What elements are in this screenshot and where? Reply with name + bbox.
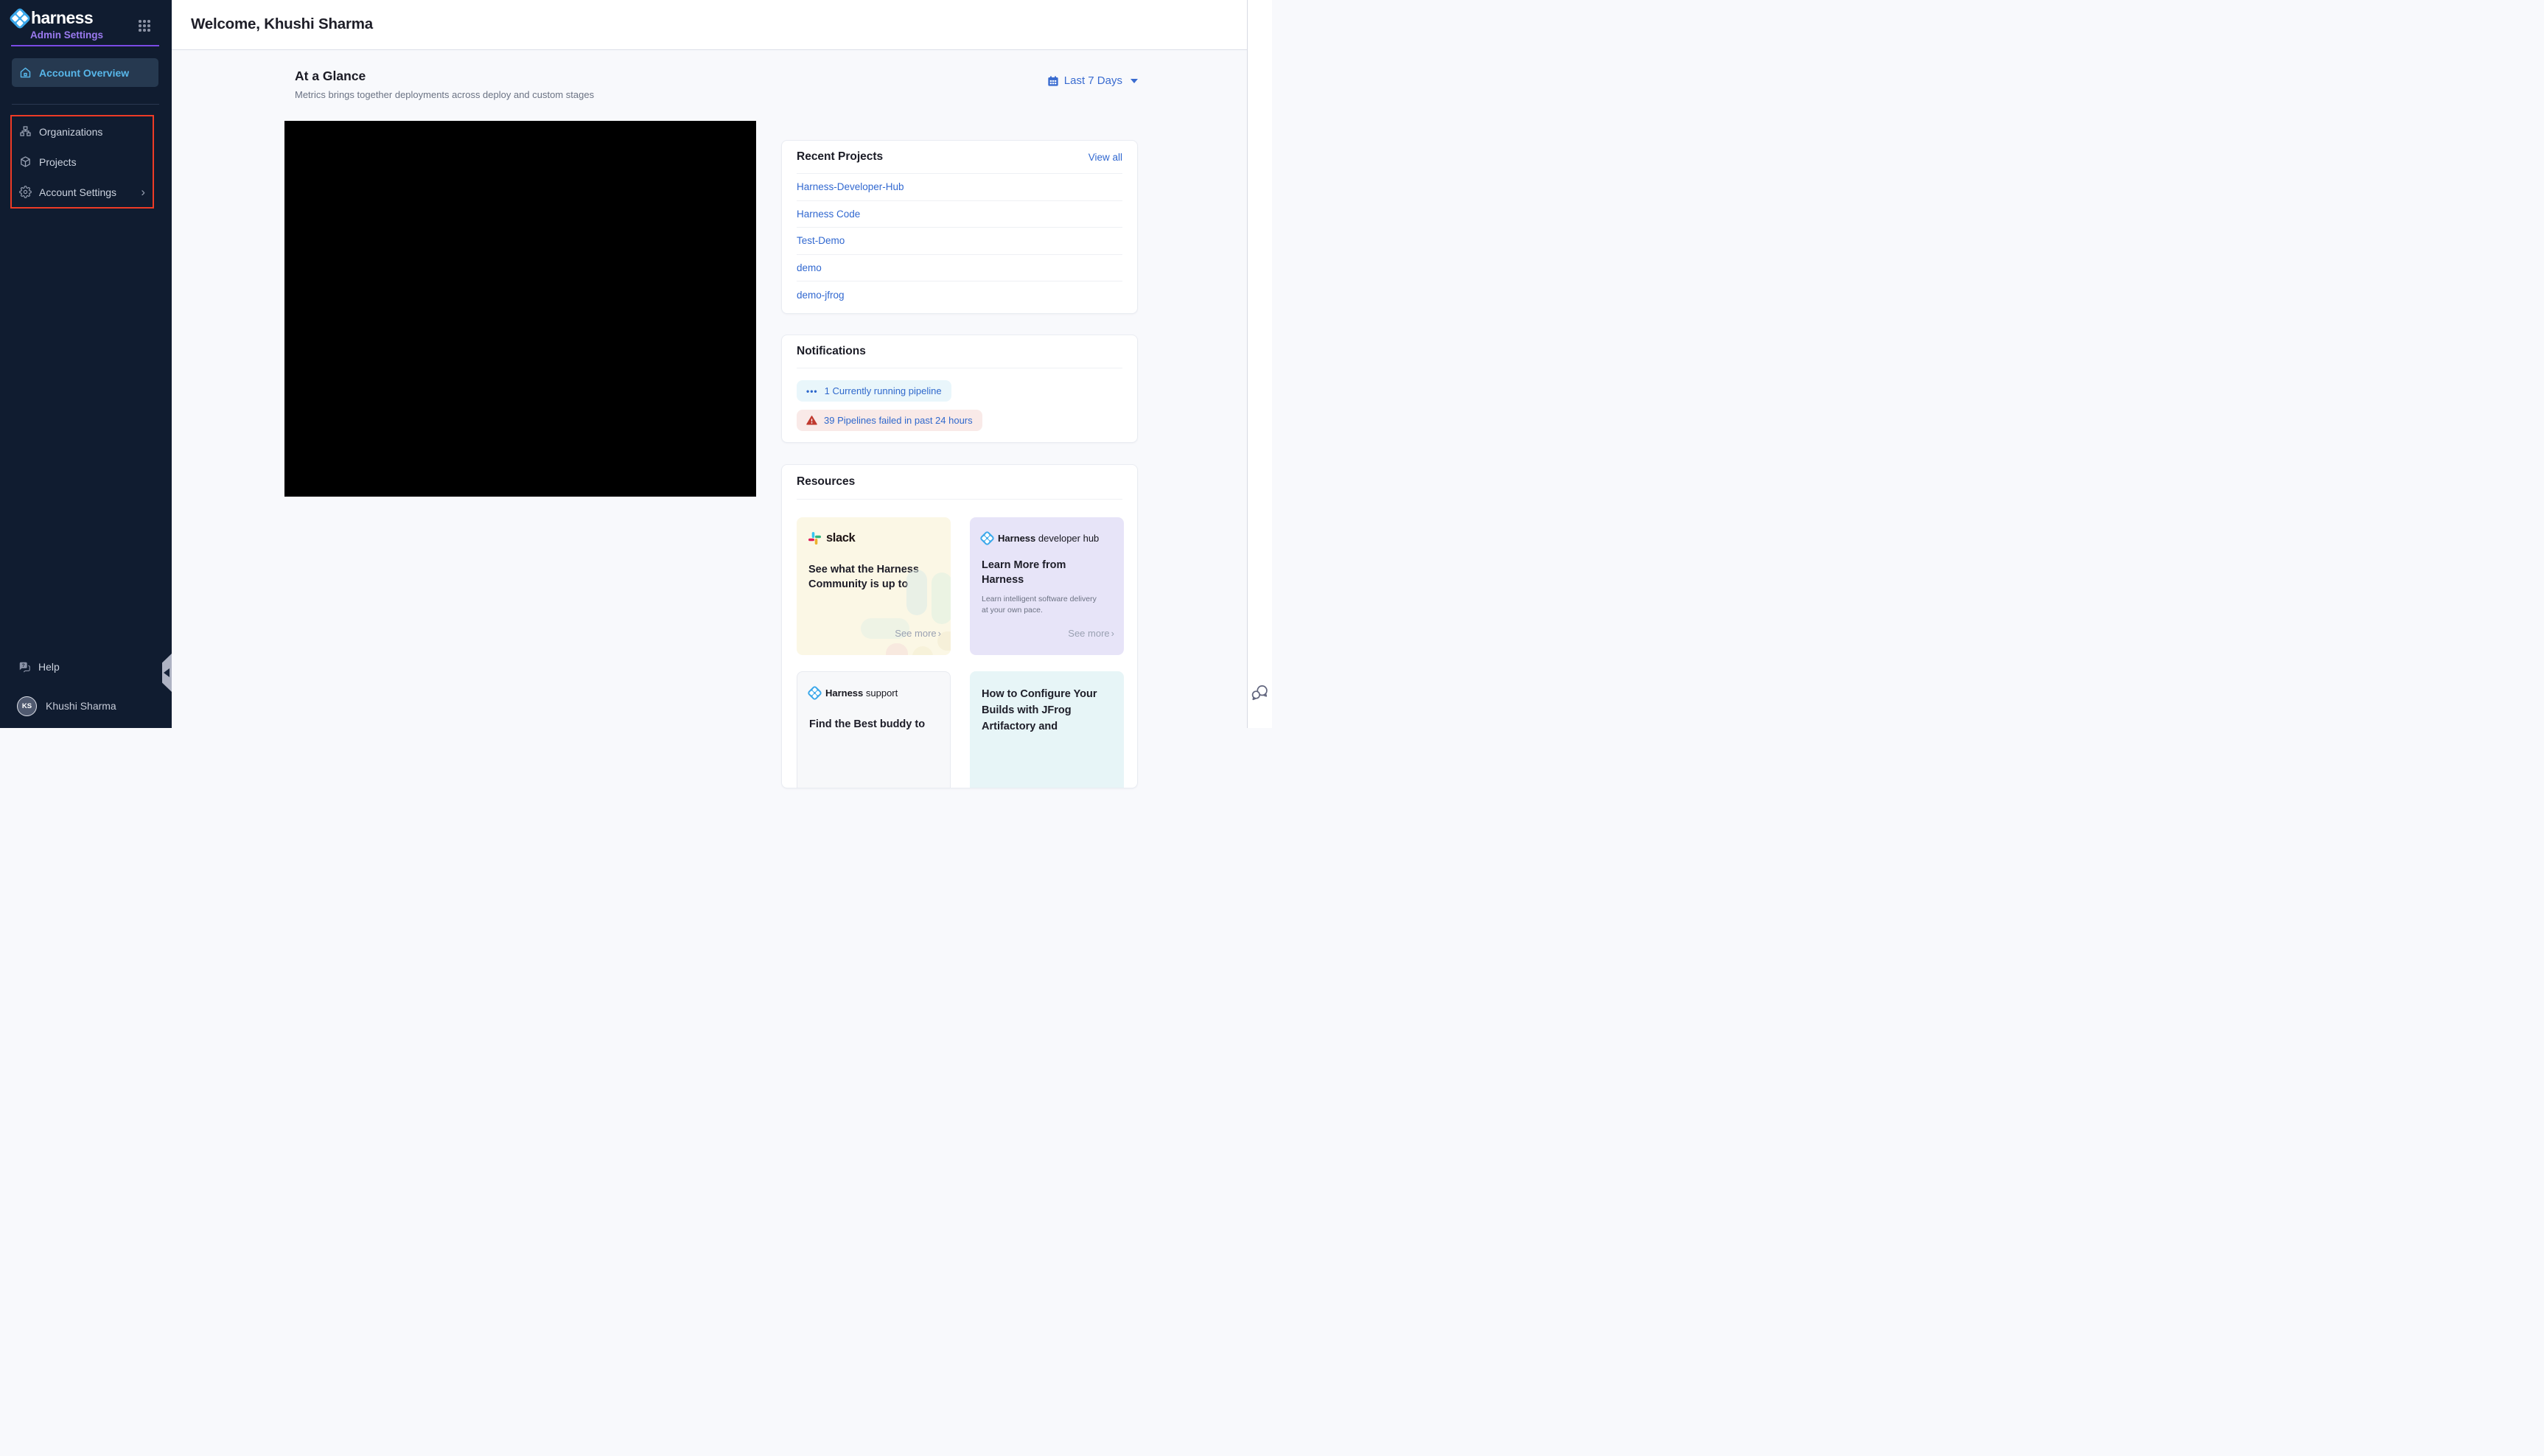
home-icon	[19, 66, 32, 79]
sidebar-item-label: Account Settings	[39, 186, 116, 198]
slack-wordmark: slack	[826, 531, 855, 545]
main-content: At a Glance Metrics brings together depl…	[172, 50, 1247, 728]
warning-triangle-icon	[806, 415, 817, 426]
caret-down-icon	[1131, 79, 1138, 83]
sidebar-item-account-overview[interactable]: Account Overview	[12, 58, 158, 87]
module-subtitle: Admin Settings	[30, 29, 103, 41]
failed-pipelines-notification[interactable]: 39 Pipelines failed in past 24 hours	[797, 410, 982, 431]
developer-hub-resource-card[interactable]: Harness developer hub Learn More from Ha…	[970, 517, 1124, 655]
avatar: KS	[17, 696, 37, 716]
calendar-icon	[1047, 75, 1059, 87]
sidebar: harness Admin Settings Account Overview …	[0, 0, 172, 728]
developer-hub-body: Learn intelligent software delivery at y…	[982, 594, 1100, 616]
sidebar-item-label: Account Overview	[39, 67, 129, 79]
chevron-right-icon: ›	[938, 628, 941, 639]
view-all-link[interactable]: View all	[1088, 152, 1122, 163]
sidebar-item-projects[interactable]: Projects	[12, 147, 153, 177]
sidebar-item-account-settings[interactable]: Account Settings ›	[12, 177, 153, 207]
jfrog-headline: How to Configure Your Builds with JFrog …	[982, 687, 1107, 735]
collapse-arrow-icon	[164, 668, 170, 677]
app-switcher-icon[interactable]	[139, 20, 150, 32]
sidebar-item-organizations[interactable]: Organizations	[12, 116, 153, 147]
sidebar-item-label: Projects	[39, 156, 77, 168]
project-link[interactable]: Test-Demo	[797, 235, 845, 246]
resources-title: Resources	[797, 475, 855, 489]
failed-pipelines-label: 39 Pipelines failed in past 24 hours	[824, 415, 973, 426]
chevron-right-icon: ›	[141, 186, 145, 198]
glance-subtitle: Metrics brings together deployments acro…	[295, 89, 594, 100]
recent-projects-card: Recent Projects View all Harness-Develop…	[781, 140, 1138, 314]
notifications-title: Notifications	[797, 345, 866, 358]
gear-icon	[19, 186, 32, 198]
svg-text:?: ?	[22, 663, 25, 668]
slack-see-more-link[interactable]: See more›	[895, 628, 941, 639]
page-header: Welcome, Khushi Sharma	[172, 0, 1247, 50]
support-headline: Find the Best buddy to	[809, 717, 946, 732]
notifications-card: Notifications ••• 1 Currently running pi…	[781, 335, 1138, 443]
chevron-right-icon: ›	[1111, 628, 1114, 639]
organizations-icon	[19, 125, 32, 138]
resources-card: Resources slack See what the Harness Com…	[781, 464, 1138, 788]
developer-hub-headline: Learn More from Harness	[982, 558, 1085, 587]
running-dots-icon: •••	[806, 387, 818, 396]
slack-resource-card[interactable]: slack See what the Harness Community is …	[797, 517, 951, 655]
project-link[interactable]: demo	[797, 262, 822, 273]
harness-logo-icon	[982, 533, 993, 544]
glance-chart-redacted	[284, 121, 756, 497]
running-pipeline-notification[interactable]: ••• 1 Currently running pipeline	[797, 380, 951, 402]
developer-hub-see-more-link[interactable]: See more›	[1068, 628, 1114, 639]
red-annotation-box: Organizations Projects Account Settings …	[10, 115, 154, 209]
glance-title: At a Glance	[295, 69, 366, 84]
page-title: Welcome, Khushi Sharma	[191, 15, 373, 33]
project-link[interactable]: demo-jfrog	[797, 290, 845, 301]
recent-projects-title: Recent Projects	[797, 150, 883, 164]
sidebar-item-help[interactable]: ? Help	[12, 658, 158, 676]
project-list: Harness-Developer-Hub Harness Code Test-…	[782, 174, 1137, 314]
harness-admin-dashboard: { "sidebar": { "brand": "harness", "subt…	[0, 0, 1272, 728]
sidebar-item-label: Organizations	[39, 126, 102, 138]
project-link[interactable]: Harness-Developer-Hub	[797, 181, 904, 192]
jfrog-resource-card[interactable]: How to Configure Your Builds with JFrog …	[970, 671, 1124, 788]
support-brand: Harness support	[825, 687, 898, 699]
right-rail	[1247, 0, 1272, 728]
running-pipeline-label: 1 Currently running pipeline	[825, 385, 942, 396]
support-resource-card[interactable]: Harness support Find the Best buddy to	[797, 671, 951, 788]
chat-bubbles-icon[interactable]	[1250, 683, 1270, 705]
brand-divider	[11, 45, 159, 46]
projects-cube-icon	[19, 155, 32, 168]
date-range-label: Last 7 Days	[1064, 74, 1122, 87]
help-chat-icon: ?	[18, 661, 31, 673]
harness-logo-icon	[809, 687, 820, 699]
user-menu[interactable]: KS Khushi Sharma	[12, 695, 158, 717]
help-label: Help	[38, 661, 60, 673]
user-name: Khushi Sharma	[46, 700, 116, 712]
slack-decorative-logo	[861, 570, 951, 655]
harness-logo-icon	[11, 10, 29, 27]
right-column: Recent Projects View all Harness-Develop…	[781, 140, 1138, 788]
slack-logo-icon	[808, 532, 821, 545]
resources-grid: slack See what the Harness Community is …	[782, 500, 1137, 788]
developer-hub-brand: Harness developer hub	[998, 533, 1099, 544]
project-link[interactable]: Harness Code	[797, 209, 860, 220]
sidebar-divider	[12, 104, 159, 105]
brand-name: harness	[31, 8, 93, 28]
date-range-dropdown[interactable]: Last 7 Days	[1047, 74, 1138, 87]
